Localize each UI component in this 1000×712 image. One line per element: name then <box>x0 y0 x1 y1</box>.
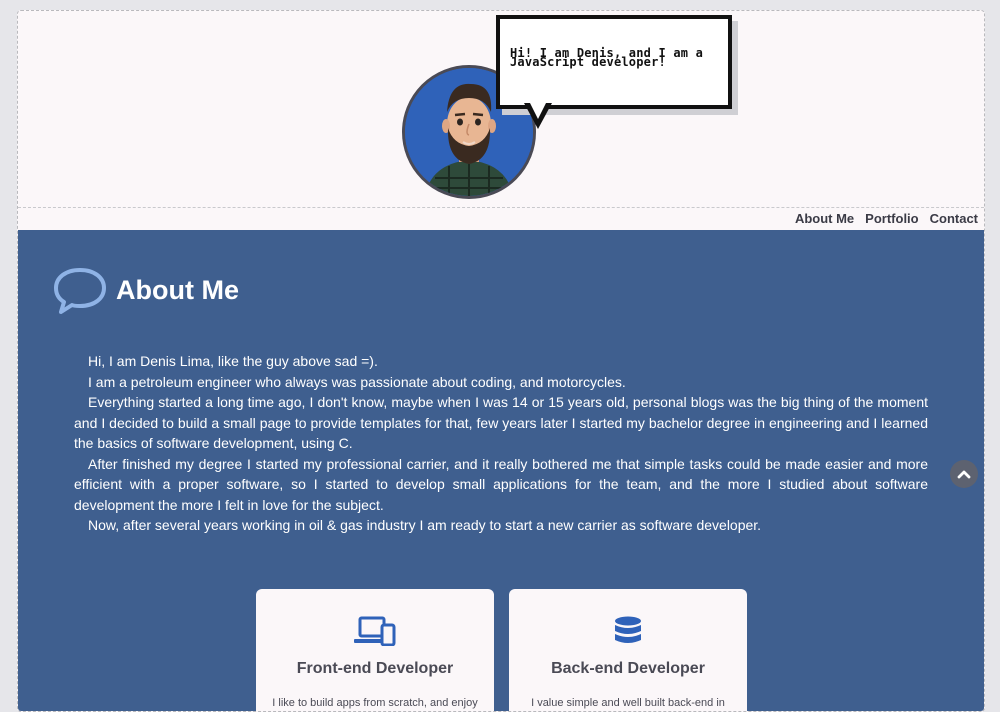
nav-contact[interactable]: Contact <box>930 211 978 226</box>
card-frontend: Front-end Developer I like to build apps… <box>256 589 494 711</box>
chevron-up-icon <box>957 470 971 479</box>
speech-bubble-icon <box>54 268 106 314</box>
card-title: Back-end Developer <box>551 660 705 677</box>
top-nav: About Me Portfolio Contact <box>18 207 984 231</box>
page-frame: Hi! I am Denis, and I am a JavaScript de… <box>17 10 985 712</box>
database-icon <box>615 616 641 643</box>
about-paragraph: After finished my degree I started my pr… <box>74 455 928 513</box>
nav-portfolio[interactable]: Portfolio <box>865 211 918 226</box>
about-paragraph: Now, after several years working in oil … <box>88 517 762 533</box>
card-title: Front-end Developer <box>296 660 454 677</box>
about-paragraph: Everything started a long time ago, I do… <box>74 394 928 451</box>
speech-bubble-tail-inner <box>529 101 547 119</box>
devices-icon <box>354 616 396 646</box>
nav-links: About Me Portfolio Contact <box>795 211 978 226</box>
speech-bubble-text: Hi! I am Denis, and I am a JavaScript de… <box>510 46 704 69</box>
card-icon-wrap <box>509 616 747 648</box>
speech-bubble: Hi! I am Denis, and I am a JavaScript de… <box>496 15 732 109</box>
card-icon-wrap <box>256 616 494 646</box>
section-title: About Me <box>116 274 239 305</box>
about-paragraph: I am a petroleum engineer who always was… <box>88 373 626 390</box>
card-backend: Back-end Developer I value simple and we… <box>509 589 747 711</box>
scroll-to-top-button[interactable] <box>950 460 978 488</box>
about-title-row: About Me <box>52 266 239 314</box>
about-text: Hi, I am Denis Lima, like the guy above … <box>74 351 928 536</box>
nav-about-me[interactable]: About Me <box>795 211 854 226</box>
about-paragraph: Hi, I am Denis Lima, like the guy above … <box>88 353 378 369</box>
card-description: I like to build apps from scratch, and e… <box>272 697 478 709</box>
header: Hi! I am Denis, and I am a JavaScript de… <box>18 11 984 207</box>
card-description: I value simple and well built back-end i… <box>531 697 725 709</box>
about-section: About Me Hi, I am Denis Lima, like the g… <box>18 230 984 711</box>
